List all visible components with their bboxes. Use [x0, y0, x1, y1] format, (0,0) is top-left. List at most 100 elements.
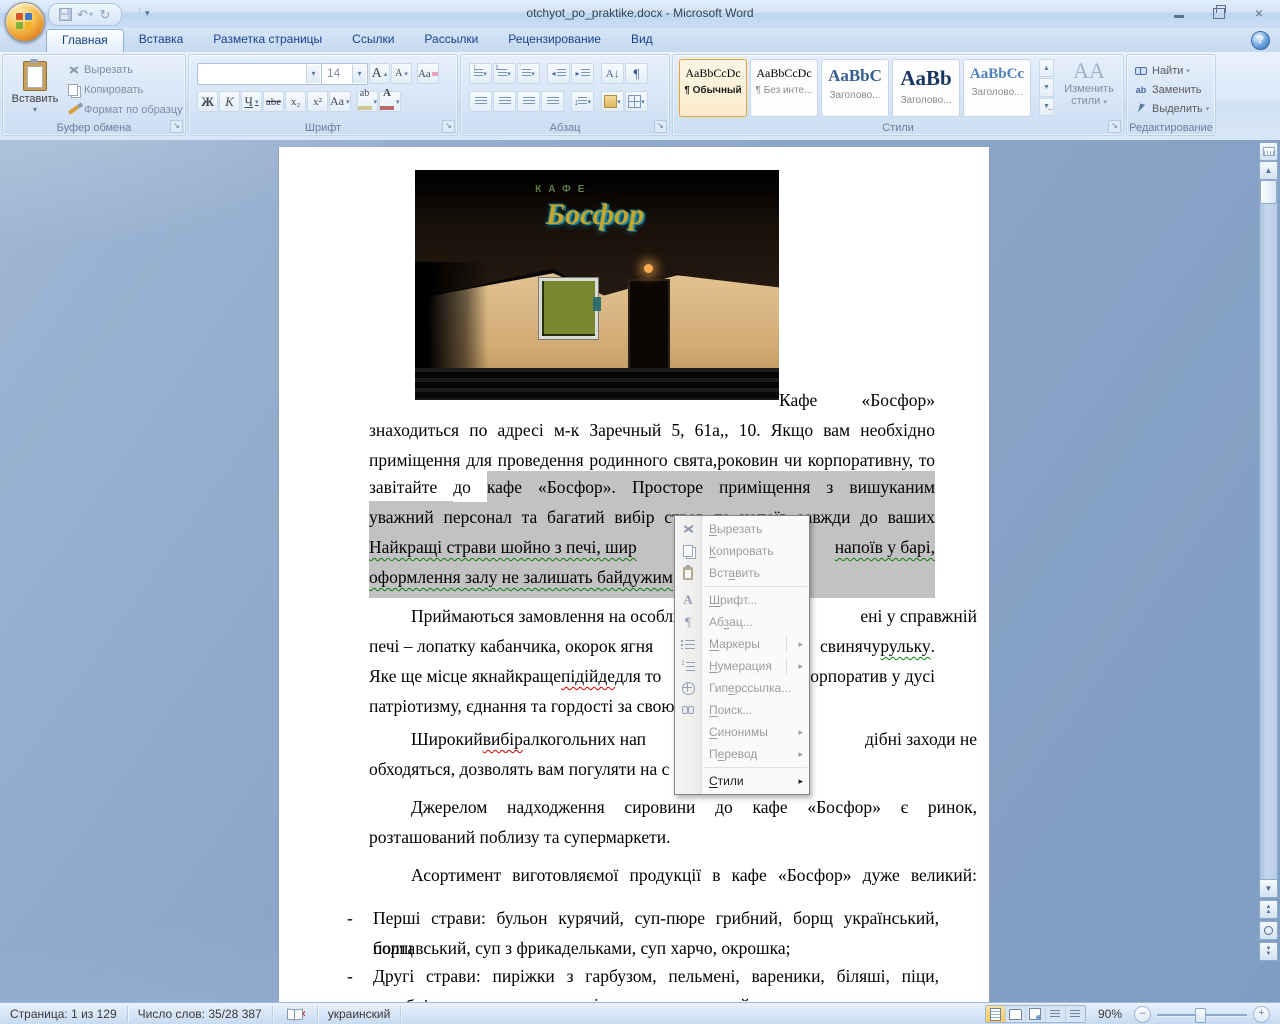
style-chip-1[interactable]: AaBbCcDc ¶ Обычный	[679, 59, 747, 117]
zoom-level[interactable]: 90%	[1098, 1007, 1122, 1021]
style-chip-3[interactable]: AaBbC Заголово...	[821, 59, 889, 117]
subscript-button[interactable]: x₂	[285, 91, 306, 112]
next-page-button[interactable]: ▼ ▼	[1259, 942, 1278, 961]
select-browse-object-button[interactable]	[1259, 921, 1278, 940]
zoom-slider-thumb[interactable]	[1195, 1007, 1206, 1023]
context-menu-item[interactable]: Маркеры ▸	[675, 633, 809, 655]
italic-button[interactable]: К	[219, 91, 240, 112]
show-marks-button[interactable]: ¶	[625, 63, 648, 84]
print-layout-view-button[interactable]	[985, 1006, 1006, 1022]
bullets-button[interactable]: ⋮ ▾	[469, 63, 492, 84]
align-center-button[interactable]	[493, 91, 516, 112]
ruler-toggle-button[interactable]	[1259, 142, 1278, 161]
document-page[interactable]: КАФЕ Босфор Кафе «Босфор» знаходиться по а…	[278, 147, 990, 1002]
context-menu-item[interactable]: Нумерация ▸	[675, 655, 809, 677]
outline-view-button[interactable]	[1046, 1006, 1066, 1022]
context-menu-item[interactable]: Вырезать	[675, 518, 809, 540]
scrollbar-track[interactable]	[1259, 160, 1278, 898]
style-sample: AaBbC	[828, 66, 882, 85]
find-button[interactable]: Найти ▾	[1127, 61, 1215, 80]
styles-gallery-expand-button[interactable]: ▼̲	[1039, 97, 1054, 116]
context-menu-item[interactable]: ¶ Абзац...	[675, 611, 809, 633]
cafe-photo[interactable]: КАФЕ Босфор	[415, 170, 779, 400]
scroll-down-button[interactable]: ▼	[1259, 879, 1278, 898]
multilevel-list-button[interactable]: ⁚ ▾	[517, 63, 540, 84]
previous-page-button[interactable]: ▲ ▲	[1259, 900, 1278, 919]
justify-button[interactable]	[541, 91, 564, 112]
context-menu-item[interactable]: Копировать	[675, 540, 809, 562]
styles-dialog-launcher[interactable]: ↘	[1108, 120, 1121, 133]
scrollbar-thumb[interactable]	[1260, 180, 1277, 204]
format-painter-button[interactable]: Формат по образцу	[65, 101, 183, 119]
increase-indent-button[interactable]: ▸	[571, 63, 594, 84]
style-chip-2[interactable]: AaBbCcDc ¶ Без инте...	[750, 59, 818, 117]
web-layout-view-button[interactable]	[1026, 1006, 1046, 1022]
paste-button[interactable]: Вставить ▾	[9, 59, 61, 119]
change-styles-button[interactable]: АА Изменить стили ▾	[1061, 59, 1117, 119]
styles-scroll-up-button[interactable]: ▲	[1039, 59, 1054, 78]
language-indicator[interactable]: украинский	[318, 1006, 402, 1022]
tab-review[interactable]: Рецензирование	[493, 28, 616, 52]
numbering-button[interactable]: 1 ▾	[493, 63, 516, 84]
tab-page-layout[interactable]: Разметка страницы	[198, 28, 337, 52]
style-chip-5[interactable]: AaBbCc Заголово...	[963, 59, 1031, 117]
shrink-font-button[interactable]: А ▾	[391, 63, 412, 84]
context-menu-item[interactable]: Гиперссылка...	[675, 677, 809, 699]
word-count[interactable]: Число слов: 35/28 387	[128, 1006, 273, 1022]
paragraph-dialog-launcher[interactable]: ↘	[654, 120, 667, 133]
tab-view[interactable]: Вид	[616, 28, 668, 52]
grow-font-button[interactable]: А ▴	[369, 63, 390, 84]
decrease-indent-button[interactable]: ◂	[547, 63, 570, 84]
tab-references[interactable]: Ссылки	[337, 28, 409, 52]
zoom-out-button[interactable]: –	[1134, 1005, 1151, 1023]
underline-button[interactable]: Ч ▾	[241, 91, 262, 112]
context-menu-item[interactable]: А Шрифт...	[675, 589, 809, 611]
context-menu-item[interactable]: Стили ▸	[675, 770, 809, 792]
zoom-slider[interactable]	[1157, 1007, 1247, 1023]
zoom-in-button[interactable]: +	[1253, 1005, 1270, 1023]
clipboard-dialog-launcher[interactable]: ↘	[170, 120, 183, 133]
fullscreen-reading-view-button[interactable]	[1006, 1006, 1026, 1022]
sort-button[interactable]: А↓	[601, 63, 624, 84]
change-case-button[interactable]: Aa ▾	[329, 91, 351, 112]
close-button[interactable]: ×	[1246, 5, 1272, 21]
office-button[interactable]	[5, 2, 45, 42]
cut-button[interactable]: Вырезать	[65, 61, 183, 79]
context-menu-item[interactable]: Синонимы ▸	[675, 721, 809, 743]
tab-insert[interactable]: Вставка	[124, 28, 199, 52]
borders-button[interactable]: ▾	[625, 91, 648, 112]
font-size-combo[interactable]: 14 ▾	[321, 63, 368, 85]
text-run: орпоратив у дусі	[810, 666, 935, 686]
proofing-status[interactable]: ×	[273, 1006, 318, 1022]
change-styles-icon: АА	[1073, 58, 1105, 83]
page-indicator[interactable]: Страница: 1 из 129	[0, 1006, 128, 1022]
text-line: полтавський, суп з фрикадельками, суп ха…	[369, 933, 939, 963]
help-button[interactable]: ?	[1251, 31, 1270, 50]
bold-button[interactable]: Ж	[197, 91, 218, 112]
minimize-button[interactable]	[1166, 5, 1192, 21]
context-menu-item[interactable]: Перевод ▸	[675, 743, 809, 765]
restore-button[interactable]	[1206, 4, 1232, 21]
shading-button[interactable]: ▾	[601, 91, 624, 112]
font-color-button[interactable]: А ▾	[379, 88, 401, 112]
clear-formatting-button[interactable]: Аа	[417, 63, 439, 84]
select-button[interactable]: Выделить ▾	[1127, 99, 1215, 118]
copy-button[interactable]: Копировать	[65, 81, 183, 99]
context-menu-item[interactable]: Поиск...	[675, 699, 809, 721]
font-dialog-launcher[interactable]: ↘	[442, 120, 455, 133]
align-left-button[interactable]	[469, 91, 492, 112]
styles-scroll-down-button[interactable]: ▼	[1039, 78, 1054, 97]
context-menu-item[interactable]: Вставить	[675, 562, 809, 584]
replace-button[interactable]: ab Заменить	[1127, 80, 1215, 99]
highlight-button[interactable]: ab ▾	[356, 89, 379, 112]
tab-mailings[interactable]: Рассылки	[409, 28, 493, 52]
strikethrough-button[interactable]: abe	[263, 91, 284, 112]
draft-view-button[interactable]	[1066, 1006, 1085, 1022]
scroll-up-button[interactable]: ▲	[1259, 161, 1278, 180]
tab-home[interactable]: Главная	[46, 29, 124, 52]
superscript-button[interactable]: x²	[307, 91, 328, 112]
align-right-button[interactable]	[517, 91, 540, 112]
font-name-combo[interactable]: ▾	[197, 63, 322, 85]
style-chip-4[interactable]: AaBb Заголово...	[892, 59, 960, 117]
line-spacing-button[interactable]: ↕ ▾	[571, 91, 594, 112]
